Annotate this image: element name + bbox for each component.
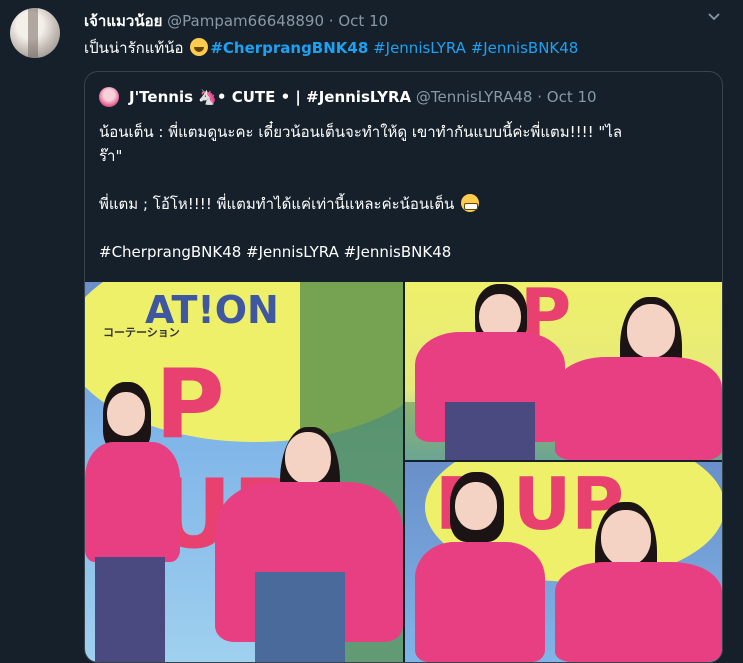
- hashtag-jennisbnk48[interactable]: #JennisBNK48: [471, 39, 579, 57]
- quoted-timestamp: Oct 10: [546, 88, 597, 106]
- photo-grid: AT!ON コーテーション P UP P: [85, 282, 722, 662]
- quoted-line: ร๊า": [99, 147, 123, 165]
- timestamp[interactable]: Oct 10: [338, 12, 388, 30]
- quoted-separator: ·: [537, 88, 542, 106]
- quoted-text: น้อนเต็น : พี่แตมดูนะคะ เดี๋ยวน้อนเต็นจะ…: [99, 120, 709, 264]
- rofl-emoji-icon: [190, 38, 209, 56]
- photo-2[interactable]: P: [405, 282, 722, 460]
- chevron-down-icon[interactable]: [707, 10, 721, 24]
- tweet-header: เจ้าแมวน้อย @Pampam66648890 · Oct 10: [84, 9, 388, 33]
- quoted-line: น้อนเต็น : พี่แตมดูนะคะ เดี๋ยวน้อนเต็นจะ…: [99, 123, 623, 141]
- quoted-header: J'Tennis 🦄• CUTE • | #JennisLYRA @Tennis…: [129, 88, 597, 106]
- quoted-avatar: [99, 87, 119, 107]
- quoted-line-2-text: พี่แตม ; โอ้โห!!!! พี่แตมทำได้แค่เท่านี้…: [99, 195, 455, 213]
- quoted-tweet[interactable]: J'Tennis 🦄• CUTE • | #JennisLYRA @Tennis…: [84, 71, 723, 663]
- photo-1[interactable]: AT!ON コーテーション P UP: [85, 282, 403, 662]
- hashtag-cherprang[interactable]: #CherprangBNK48: [210, 39, 368, 57]
- display-name[interactable]: เจ้าแมวน้อย: [84, 12, 162, 30]
- quoted-display-name: J'Tennis 🦄• CUTE • | #JennisLYRA: [129, 88, 412, 106]
- separator: ·: [328, 12, 334, 30]
- grimacing-face-emoji-icon: [461, 194, 480, 212]
- photo-3[interactable]: P UP: [405, 462, 722, 662]
- tweet-text-prefix: เป็นน่ารักแท้น้อ: [84, 39, 189, 57]
- quoted-hashtags: #CherprangBNK48 #JennisLYRA #JennisBNK48: [99, 243, 452, 261]
- tweet[interactable]: เจ้าแมวน้อย @Pampam66648890 · Oct 10 เป็…: [0, 0, 743, 663]
- avatar[interactable]: [10, 8, 60, 58]
- handle[interactable]: @Pampam66648890: [167, 12, 324, 30]
- hashtag-jennislyra[interactable]: #JennisLYRA: [373, 39, 466, 57]
- sign-sub: コーテーション: [103, 326, 180, 339]
- tweet-text: เป็นน่ารักแท้น้อ #CherprangBNK48 #Jennis…: [84, 36, 578, 60]
- quoted-handle: @TennisLYRA48: [415, 88, 533, 106]
- quoted-line-2: พี่แตม ; โอ้โห!!!! พี่แตมทำได้แค่เท่านี้…: [99, 192, 709, 216]
